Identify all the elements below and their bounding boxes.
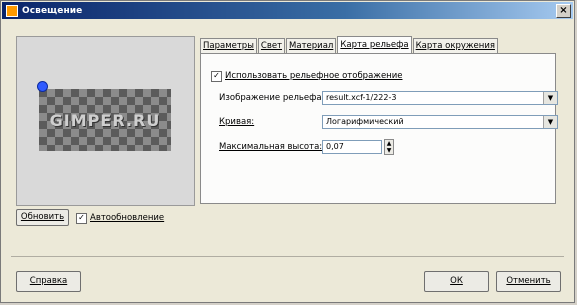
footer-separator (11, 256, 564, 257)
close-icon[interactable]: × (556, 4, 571, 18)
tab-strip: Параметры Свет Материал Карта рельефа Ка… (200, 36, 499, 54)
light-position-handle[interactable] (37, 81, 48, 92)
curve-dropdown[interactable]: Логарифмический ▼ (322, 115, 558, 129)
auto-update-label[interactable]: Автообновление (90, 213, 164, 223)
spin-down-icon[interactable]: ▼ (385, 147, 393, 154)
title-bar[interactable]: Освещение × (2, 2, 573, 19)
enable-bump-checkbox[interactable]: ✓ (211, 71, 222, 82)
auto-update-checkbox[interactable]: ✓ (76, 213, 87, 224)
update-preview-button[interactable]: Обновить (16, 209, 69, 226)
bump-image-dropdown[interactable]: result.xcf-1/222-3 ▼ (322, 91, 558, 105)
ok-button[interactable]: ОК (424, 271, 489, 292)
tab-bump-map[interactable]: Карта рельефа (337, 36, 412, 54)
lighting-dialog: Освещение × GIMPER.RU Обновить ✓ Автообн… (0, 0, 575, 303)
spin-up-icon[interactable]: ▲ (385, 140, 393, 147)
window-title: Освещение (22, 5, 83, 16)
tab-parameters[interactable]: Параметры (200, 38, 257, 54)
bump-image-label: Изображение рельефа: (219, 93, 325, 103)
preview-watermark: GIMPER.RU (49, 110, 161, 130)
bump-map-panel: ✓ Использовать рельефное отображение Изо… (200, 53, 558, 204)
curve-label: Кривая: (219, 117, 255, 127)
cancel-button[interactable]: Отменить (496, 271, 561, 292)
max-height-input[interactable]: 0,07 (322, 140, 382, 154)
tab-light[interactable]: Свет (257, 38, 286, 54)
enable-bump-label[interactable]: Использовать рельефное отображение (225, 71, 402, 81)
max-height-label: Максимальная высота: (219, 142, 323, 152)
bump-image-value: result.xcf-1/222-3 (326, 93, 397, 102)
chevron-down-icon[interactable]: ▼ (543, 92, 557, 104)
preview-image[interactable]: GIMPER.RU (37, 81, 171, 151)
tab-material[interactable]: Материал (286, 38, 337, 54)
max-height-spinner[interactable]: ▲ ▼ (384, 139, 394, 155)
preview-area[interactable]: GIMPER.RU (16, 36, 195, 206)
chevron-down-icon[interactable]: ▼ (543, 116, 557, 128)
app-icon (6, 4, 18, 17)
help-button[interactable]: Справка (16, 271, 81, 292)
curve-value: Логарифмический (326, 117, 404, 126)
tab-environment-map[interactable]: Карта окружения (412, 38, 498, 54)
